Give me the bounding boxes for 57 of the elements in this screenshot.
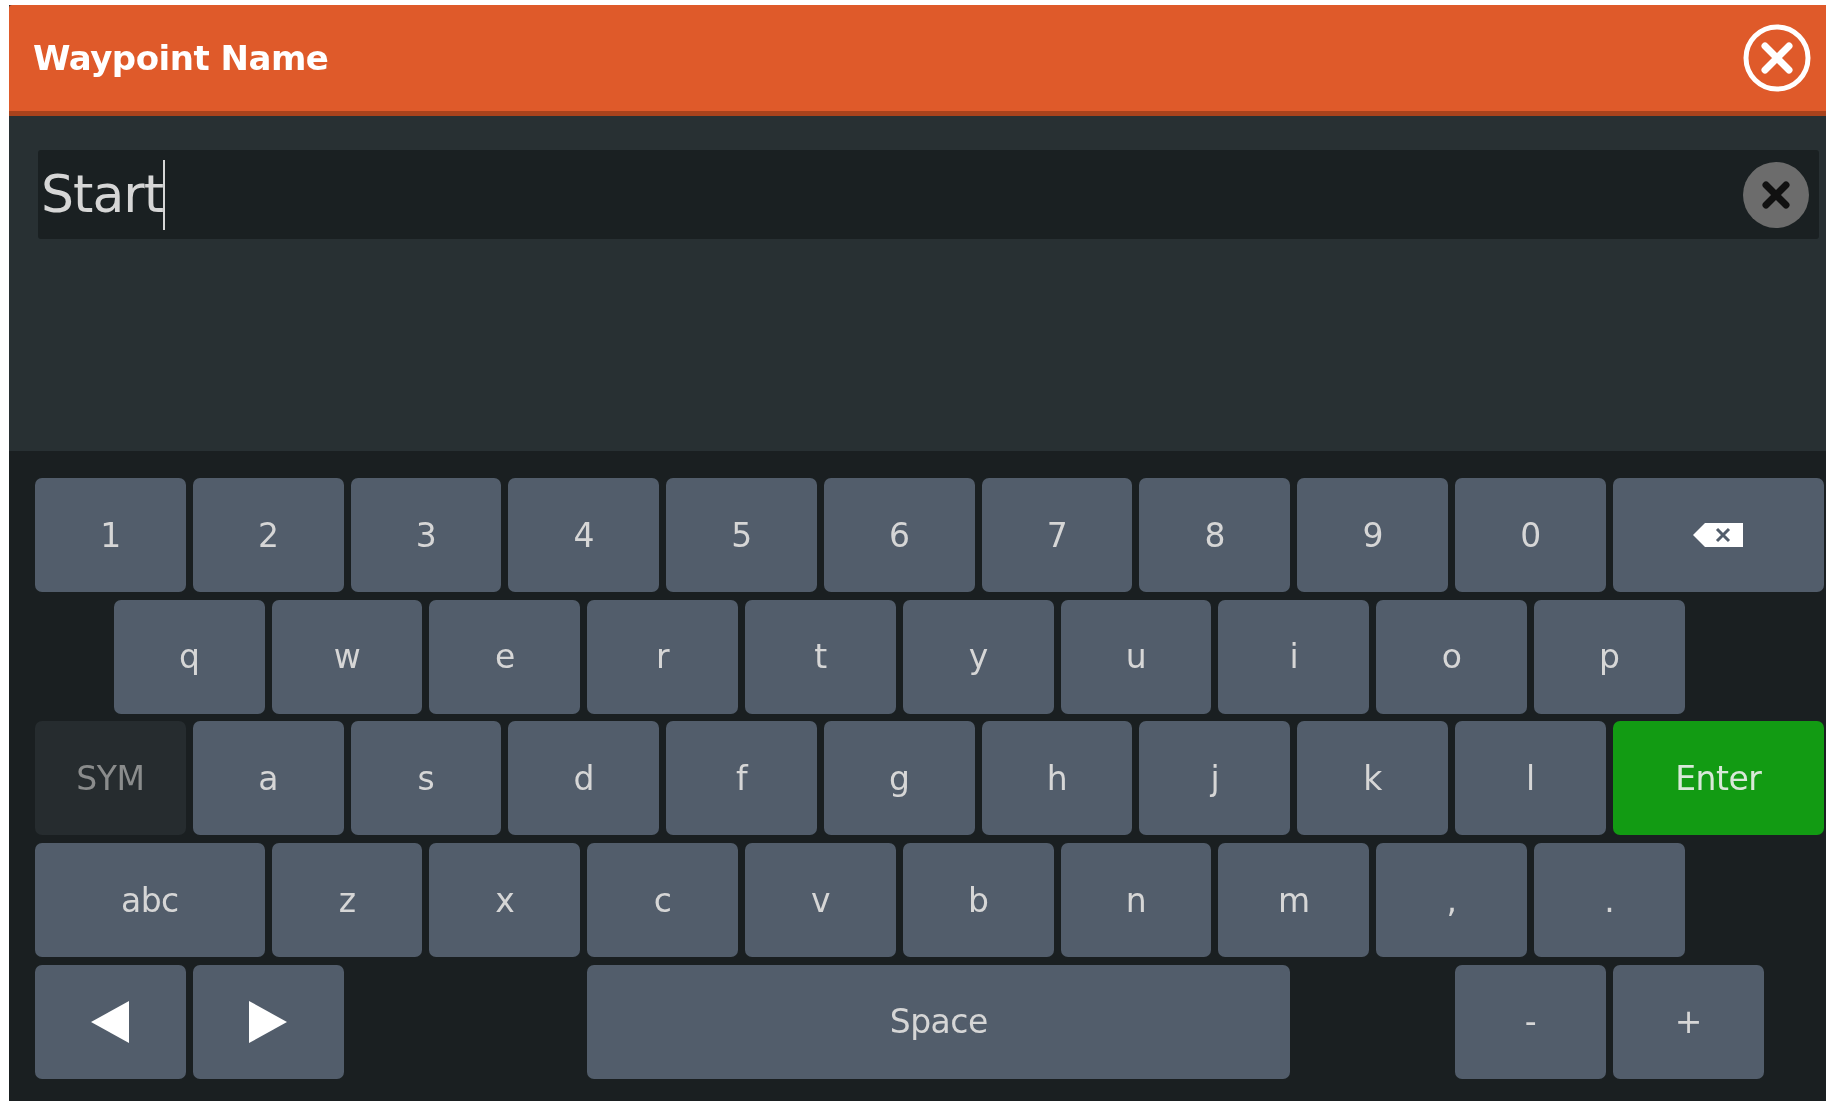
right-arrow-icon <box>249 1000 288 1043</box>
key[interactable]: 8 <box>1139 478 1291 592</box>
key[interactable]: l <box>1455 721 1606 836</box>
key[interactable]: v <box>745 843 896 958</box>
key[interactable]: t <box>745 599 896 714</box>
key[interactable]: 9 <box>1297 478 1449 592</box>
key[interactable]: 6 <box>823 478 975 592</box>
close-button[interactable] <box>1742 23 1812 93</box>
name-input-field[interactable]: Start <box>38 150 1819 239</box>
key[interactable]: 0 <box>1455 478 1606 592</box>
key[interactable]: j <box>1139 721 1291 836</box>
key[interactable]: f <box>666 721 817 836</box>
key[interactable]: y <box>902 599 1054 714</box>
dialog-title: Waypoint Name <box>33 38 329 78</box>
key[interactable]: 4 <box>508 478 660 592</box>
backspace-key[interactable] <box>1612 478 1824 592</box>
key[interactable]: p <box>1533 599 1685 714</box>
key[interactable]: m <box>1218 843 1370 958</box>
key[interactable]: k <box>1297 721 1449 836</box>
key[interactable]: u <box>1060 599 1212 714</box>
abc-key[interactable]: abc <box>35 843 265 958</box>
key[interactable]: 1 <box>35 478 186 592</box>
space-key[interactable]: Space <box>587 964 1291 1079</box>
key[interactable]: o <box>1376 599 1527 714</box>
key[interactable]: d <box>508 721 660 836</box>
key[interactable]: , <box>1376 843 1527 958</box>
key[interactable]: + <box>1612 964 1764 1079</box>
key[interactable]: q <box>113 599 265 714</box>
left-arrow-icon <box>91 1000 130 1043</box>
clear-icon <box>1743 161 1809 228</box>
key[interactable]: e <box>429 599 581 714</box>
key[interactable]: 3 <box>350 478 502 592</box>
symbols-key[interactable]: SYM <box>35 721 186 836</box>
key[interactable]: x <box>429 843 581 958</box>
key[interactable]: c <box>587 843 738 958</box>
close-icon <box>1742 23 1812 93</box>
key[interactable]: - <box>1455 964 1606 1079</box>
key[interactable]: a <box>192 721 344 836</box>
key[interactable]: 5 <box>666 478 817 592</box>
key[interactable]: 7 <box>981 478 1133 592</box>
key[interactable]: s <box>350 721 502 836</box>
right-arrow-key[interactable] <box>192 964 344 1079</box>
key[interactable]: b <box>902 843 1054 958</box>
enter-key[interactable]: Enter <box>1612 721 1824 836</box>
backspace-icon <box>1693 523 1744 547</box>
key[interactable]: n <box>1060 843 1212 958</box>
key[interactable]: i <box>1218 599 1370 714</box>
key[interactable]: r <box>587 599 738 714</box>
clear-button[interactable] <box>1743 161 1809 228</box>
input-value: Start <box>41 163 164 226</box>
key[interactable]: w <box>271 599 423 714</box>
key[interactable]: . <box>1533 843 1685 958</box>
key[interactable]: h <box>981 721 1133 836</box>
key[interactable]: g <box>823 721 975 836</box>
key[interactable]: 2 <box>192 478 344 592</box>
key[interactable]: z <box>271 843 423 958</box>
left-arrow-key[interactable] <box>35 964 186 1079</box>
